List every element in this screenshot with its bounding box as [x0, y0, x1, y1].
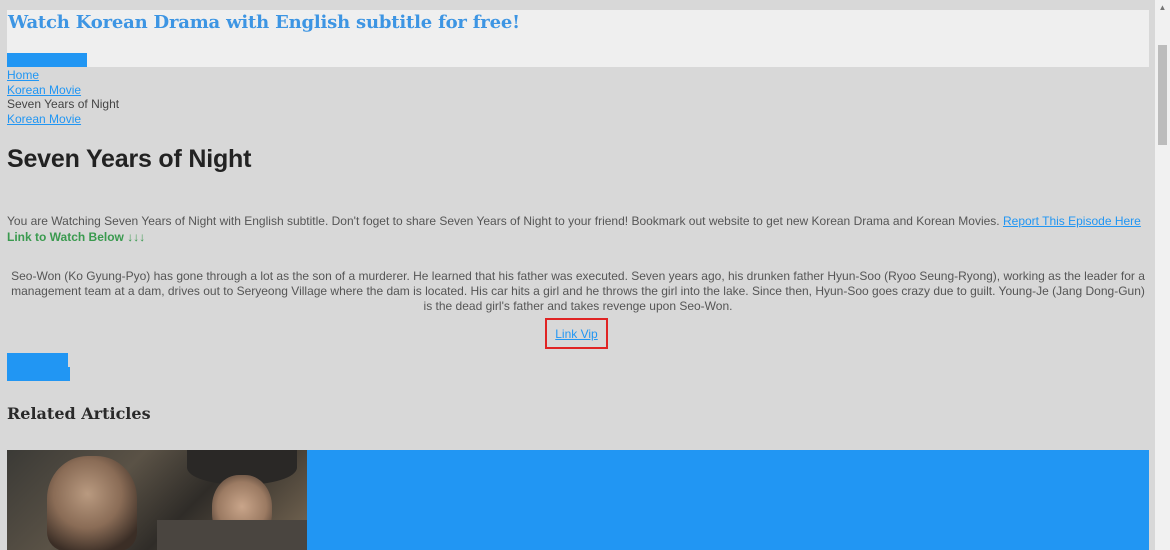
- player-placeholder-block[interactable]: [7, 353, 68, 381]
- thumbnail-figure-left: [47, 456, 137, 550]
- caret-up-icon[interactable]: ▲: [1155, 0, 1170, 15]
- intro-text: You are Watching Seven Years of Night wi…: [7, 214, 1000, 228]
- page: Watch Korean Drama with English subtitle…: [0, 0, 1170, 550]
- synopsis-text: Seo-Won (Ko Gyung-Pyo) has gone through …: [11, 269, 1145, 313]
- related-articles-heading: Related Articles: [7, 404, 151, 423]
- related-article-card[interactable]: [7, 450, 1149, 550]
- site-header: Watch Korean Drama with English subtitle…: [7, 10, 1149, 67]
- site-title[interactable]: Watch Korean Drama with English subtitle…: [8, 12, 520, 33]
- related-article-thumbnail[interactable]: [7, 450, 307, 550]
- nav-menu-bar[interactable]: [7, 53, 87, 67]
- page-title: Seven Years of Night: [7, 145, 252, 173]
- breadcrumb-current: Seven Years of Night: [7, 97, 120, 111]
- link-vip-highlight: Link Vip: [545, 318, 608, 349]
- watch-below-label: Link to Watch Below ↓↓↓: [7, 230, 146, 244]
- vertical-scrollbar[interactable]: ▲: [1155, 0, 1170, 550]
- scrollbar-thumb[interactable]: [1158, 45, 1167, 145]
- player-placeholder-notch: [68, 367, 70, 381]
- breadcrumb-category-link[interactable]: Korean Movie: [7, 83, 119, 98]
- breadcrumb-home-link[interactable]: Home: [7, 68, 119, 83]
- content-area: Watch Korean Drama with English subtitle…: [0, 0, 1155, 550]
- report-episode-link[interactable]: Report This Episode Here: [1003, 214, 1141, 228]
- thumbnail-coat: [157, 520, 307, 550]
- category-tag-link[interactable]: Korean Movie: [7, 112, 119, 127]
- intro-paragraph: You are Watching Seven Years of Night wi…: [7, 214, 1152, 229]
- link-vip-link[interactable]: Link Vip: [555, 327, 597, 341]
- breadcrumb: Home Korean Movie Seven Years of Night K…: [7, 68, 119, 126]
